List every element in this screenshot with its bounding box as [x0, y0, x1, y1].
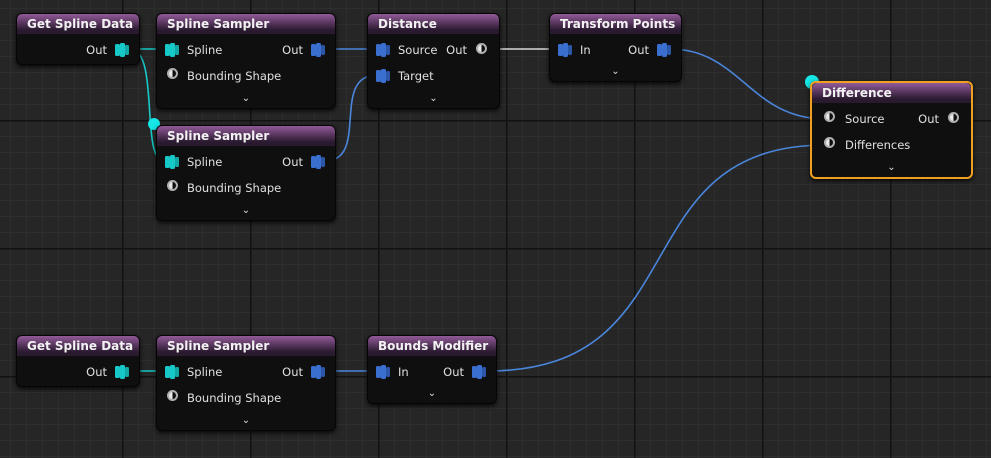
chevron-down-icon[interactable]: ⌄: [242, 93, 250, 104]
bounding-shape-pin-label: Bounding Shape: [187, 391, 282, 405]
circle-pin-icon[interactable]: [948, 112, 959, 123]
node-title: Get Spline Data: [17, 14, 139, 34]
stacked-data-icon[interactable]: [163, 363, 181, 381]
node-title: Get Spline Data: [17, 336, 139, 356]
stacked-data-icon[interactable]: [470, 363, 488, 381]
node-title: Bounds Modifier: [368, 336, 496, 356]
wire-transform-to-difference: [669, 48, 827, 120]
out-pin-label: Out: [86, 365, 107, 379]
out-pin-label: Out: [446, 43, 467, 57]
wire-boundsmod-to-difference: [487, 144, 827, 372]
stacked-data-icon[interactable]: [556, 41, 574, 59]
node-transform-points[interactable]: Transform Points In Out ⌄: [549, 13, 682, 82]
bounding-shape-pin-label: Bounding Shape: [187, 181, 282, 195]
node-title: Spline Sampler: [157, 126, 335, 146]
stacked-data-icon[interactable]: [374, 363, 392, 381]
stacked-data-icon[interactable]: [309, 41, 327, 59]
node-spline-sampler[interactable]: Spline Sampler Spline Out Bounding Shape…: [156, 13, 336, 109]
spline-pin-label: Spline: [187, 43, 223, 57]
chevron-down-icon[interactable]: ⌄: [242, 415, 250, 426]
node-get-spline-data[interactable]: Get Spline Data Out: [16, 13, 140, 65]
in-pin-label: In: [398, 365, 409, 379]
node-title: Difference: [812, 83, 971, 103]
circle-pin-icon[interactable]: [167, 68, 178, 79]
node-bounds-modifier[interactable]: Bounds Modifier In Out ⌄: [367, 335, 497, 404]
stacked-data-icon[interactable]: [163, 41, 181, 59]
node-spline-sampler[interactable]: Spline Sampler Spline Out Bounding Shape…: [156, 125, 336, 221]
stacked-data-icon[interactable]: [655, 41, 673, 59]
stacked-data-icon[interactable]: [309, 153, 327, 171]
circle-pin-icon[interactable]: [167, 180, 178, 191]
out-pin-label: Out: [443, 365, 464, 379]
circle-pin-icon[interactable]: [476, 43, 487, 54]
out-pin-label: Out: [918, 112, 939, 126]
spline-pin-label: Spline: [187, 155, 223, 169]
target-pin-label: Target: [398, 69, 434, 83]
stacked-data-icon[interactable]: [309, 363, 327, 381]
stacked-data-icon[interactable]: [374, 67, 392, 85]
chevron-down-icon[interactable]: ⌄: [887, 162, 895, 173]
chevron-down-icon[interactable]: ⌄: [428, 388, 436, 399]
spline-pin-label: Spline: [187, 365, 223, 379]
out-pin-label: Out: [282, 155, 303, 169]
node-title: Spline Sampler: [157, 14, 335, 34]
node-title: Spline Sampler: [157, 336, 335, 356]
chevron-down-icon[interactable]: ⌄: [429, 93, 437, 104]
out-pin-label: Out: [282, 43, 303, 57]
out-pin-label: Out: [282, 365, 303, 379]
stacked-data-icon[interactable]: [113, 363, 131, 381]
in-pin-label: In: [580, 43, 591, 57]
node-title: Distance: [368, 14, 499, 34]
node-title: Transform Points: [550, 14, 681, 34]
bounding-shape-pin-label: Bounding Shape: [187, 69, 282, 83]
differences-pin-label: Differences: [845, 138, 911, 152]
node-distance[interactable]: Distance Source Out Target ⌄: [367, 13, 500, 109]
circle-pin-icon[interactable]: [167, 390, 178, 401]
stacked-data-icon[interactable]: [374, 41, 392, 59]
stacked-data-icon[interactable]: [163, 153, 181, 171]
out-pin-label: Out: [628, 43, 649, 57]
node-difference[interactable]: Difference Source Out Differences ⌄: [810, 81, 973, 179]
chevron-down-icon[interactable]: ⌄: [611, 66, 619, 77]
source-pin-label: Source: [398, 43, 438, 57]
circle-pin-icon[interactable]: [824, 111, 835, 122]
node-spline-sampler[interactable]: Spline Sampler Spline Out Bounding Shape…: [156, 335, 336, 431]
out-pin-label: Out: [86, 43, 107, 57]
node-get-spline-data[interactable]: Get Spline Data Out: [16, 335, 140, 387]
stacked-data-icon[interactable]: [113, 41, 131, 59]
source-pin-label: Source: [845, 112, 885, 126]
chevron-down-icon[interactable]: ⌄: [242, 205, 250, 216]
circle-pin-icon[interactable]: [824, 137, 835, 148]
